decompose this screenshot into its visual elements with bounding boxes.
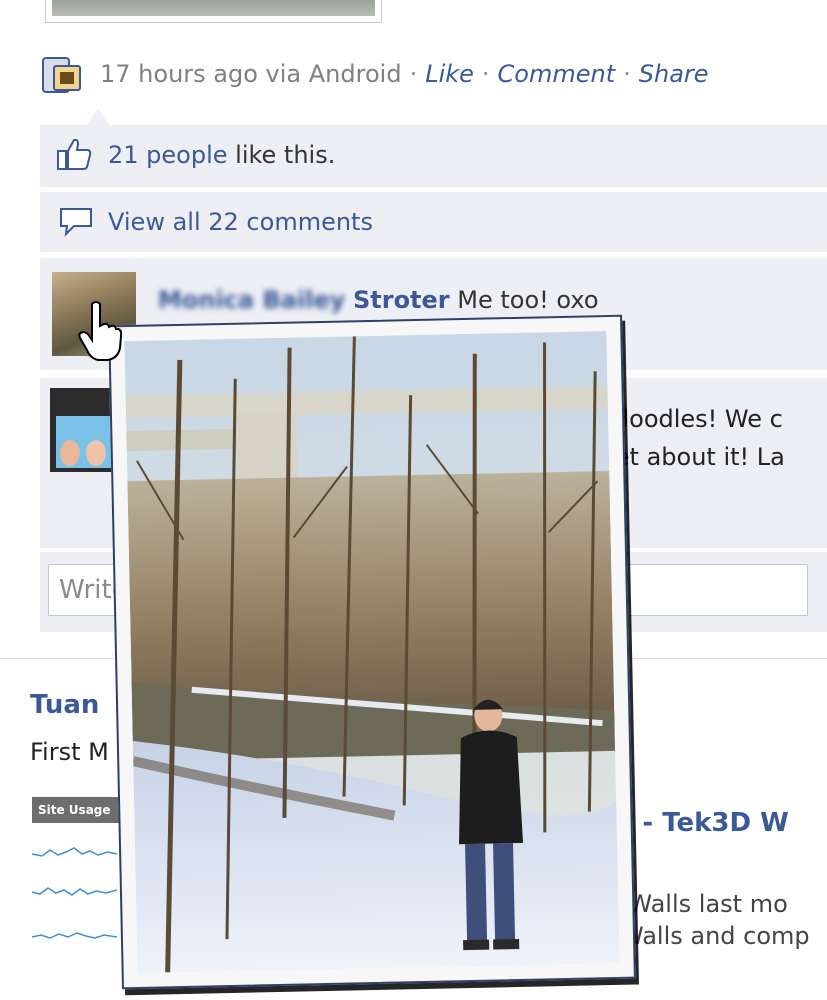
share-link[interactable]: Share xyxy=(639,60,709,88)
post-text: First M xyxy=(30,738,109,766)
comment-link[interactable]: Comment xyxy=(498,60,616,88)
previous-post-image[interactable] xyxy=(45,0,382,23)
feedback-pointer xyxy=(86,108,110,126)
comment-text: kdoodles! We c eet about it! La xyxy=(600,400,785,476)
post-author-link[interactable]: Tuan xyxy=(30,690,99,720)
via-app[interactable]: Android xyxy=(309,60,402,88)
via-prefix: via xyxy=(265,60,302,88)
usage-sparkline xyxy=(32,932,117,939)
view-comments-row[interactable]: View all 22 comments xyxy=(40,192,827,252)
photo-preview-popup[interactable] xyxy=(108,314,636,990)
comment-text-line2: eet about it! La xyxy=(600,443,785,471)
comment-text-line1: kdoodles! We c xyxy=(600,405,783,433)
likes-count-link[interactable]: 21 people xyxy=(108,141,228,169)
like-link[interactable]: Like xyxy=(425,60,474,88)
view-all-count[interactable]: 22 comments xyxy=(208,208,373,236)
likes-suffix: like this. xyxy=(227,141,336,169)
hand-cursor-icon xyxy=(78,301,122,361)
view-all-prefix[interactable]: View all xyxy=(108,208,208,236)
story-meta: 17 hours ago via Android · Like · Comment · Sh… xyxy=(40,52,820,98)
photo-preview-image xyxy=(124,331,620,973)
usage-sparkline xyxy=(32,887,117,896)
site-usage-badge: Site Usage xyxy=(32,797,128,823)
android-app-icon xyxy=(42,57,81,93)
comment-author-blurred[interactable]: Monica Bailey xyxy=(158,286,345,314)
thumbs-up-icon xyxy=(57,138,92,170)
likes-row: 21 people like this. xyxy=(40,125,827,187)
linked-article-desc-line2: Walls and comp xyxy=(620,922,810,950)
comment-text: Me too! oxo xyxy=(457,286,599,314)
story-time[interactable]: 17 hours ago xyxy=(100,60,258,88)
comment-author-last[interactable]: Stroter xyxy=(353,286,450,314)
comment-bubble-icon xyxy=(60,208,92,237)
usage-sparkline xyxy=(32,847,117,857)
